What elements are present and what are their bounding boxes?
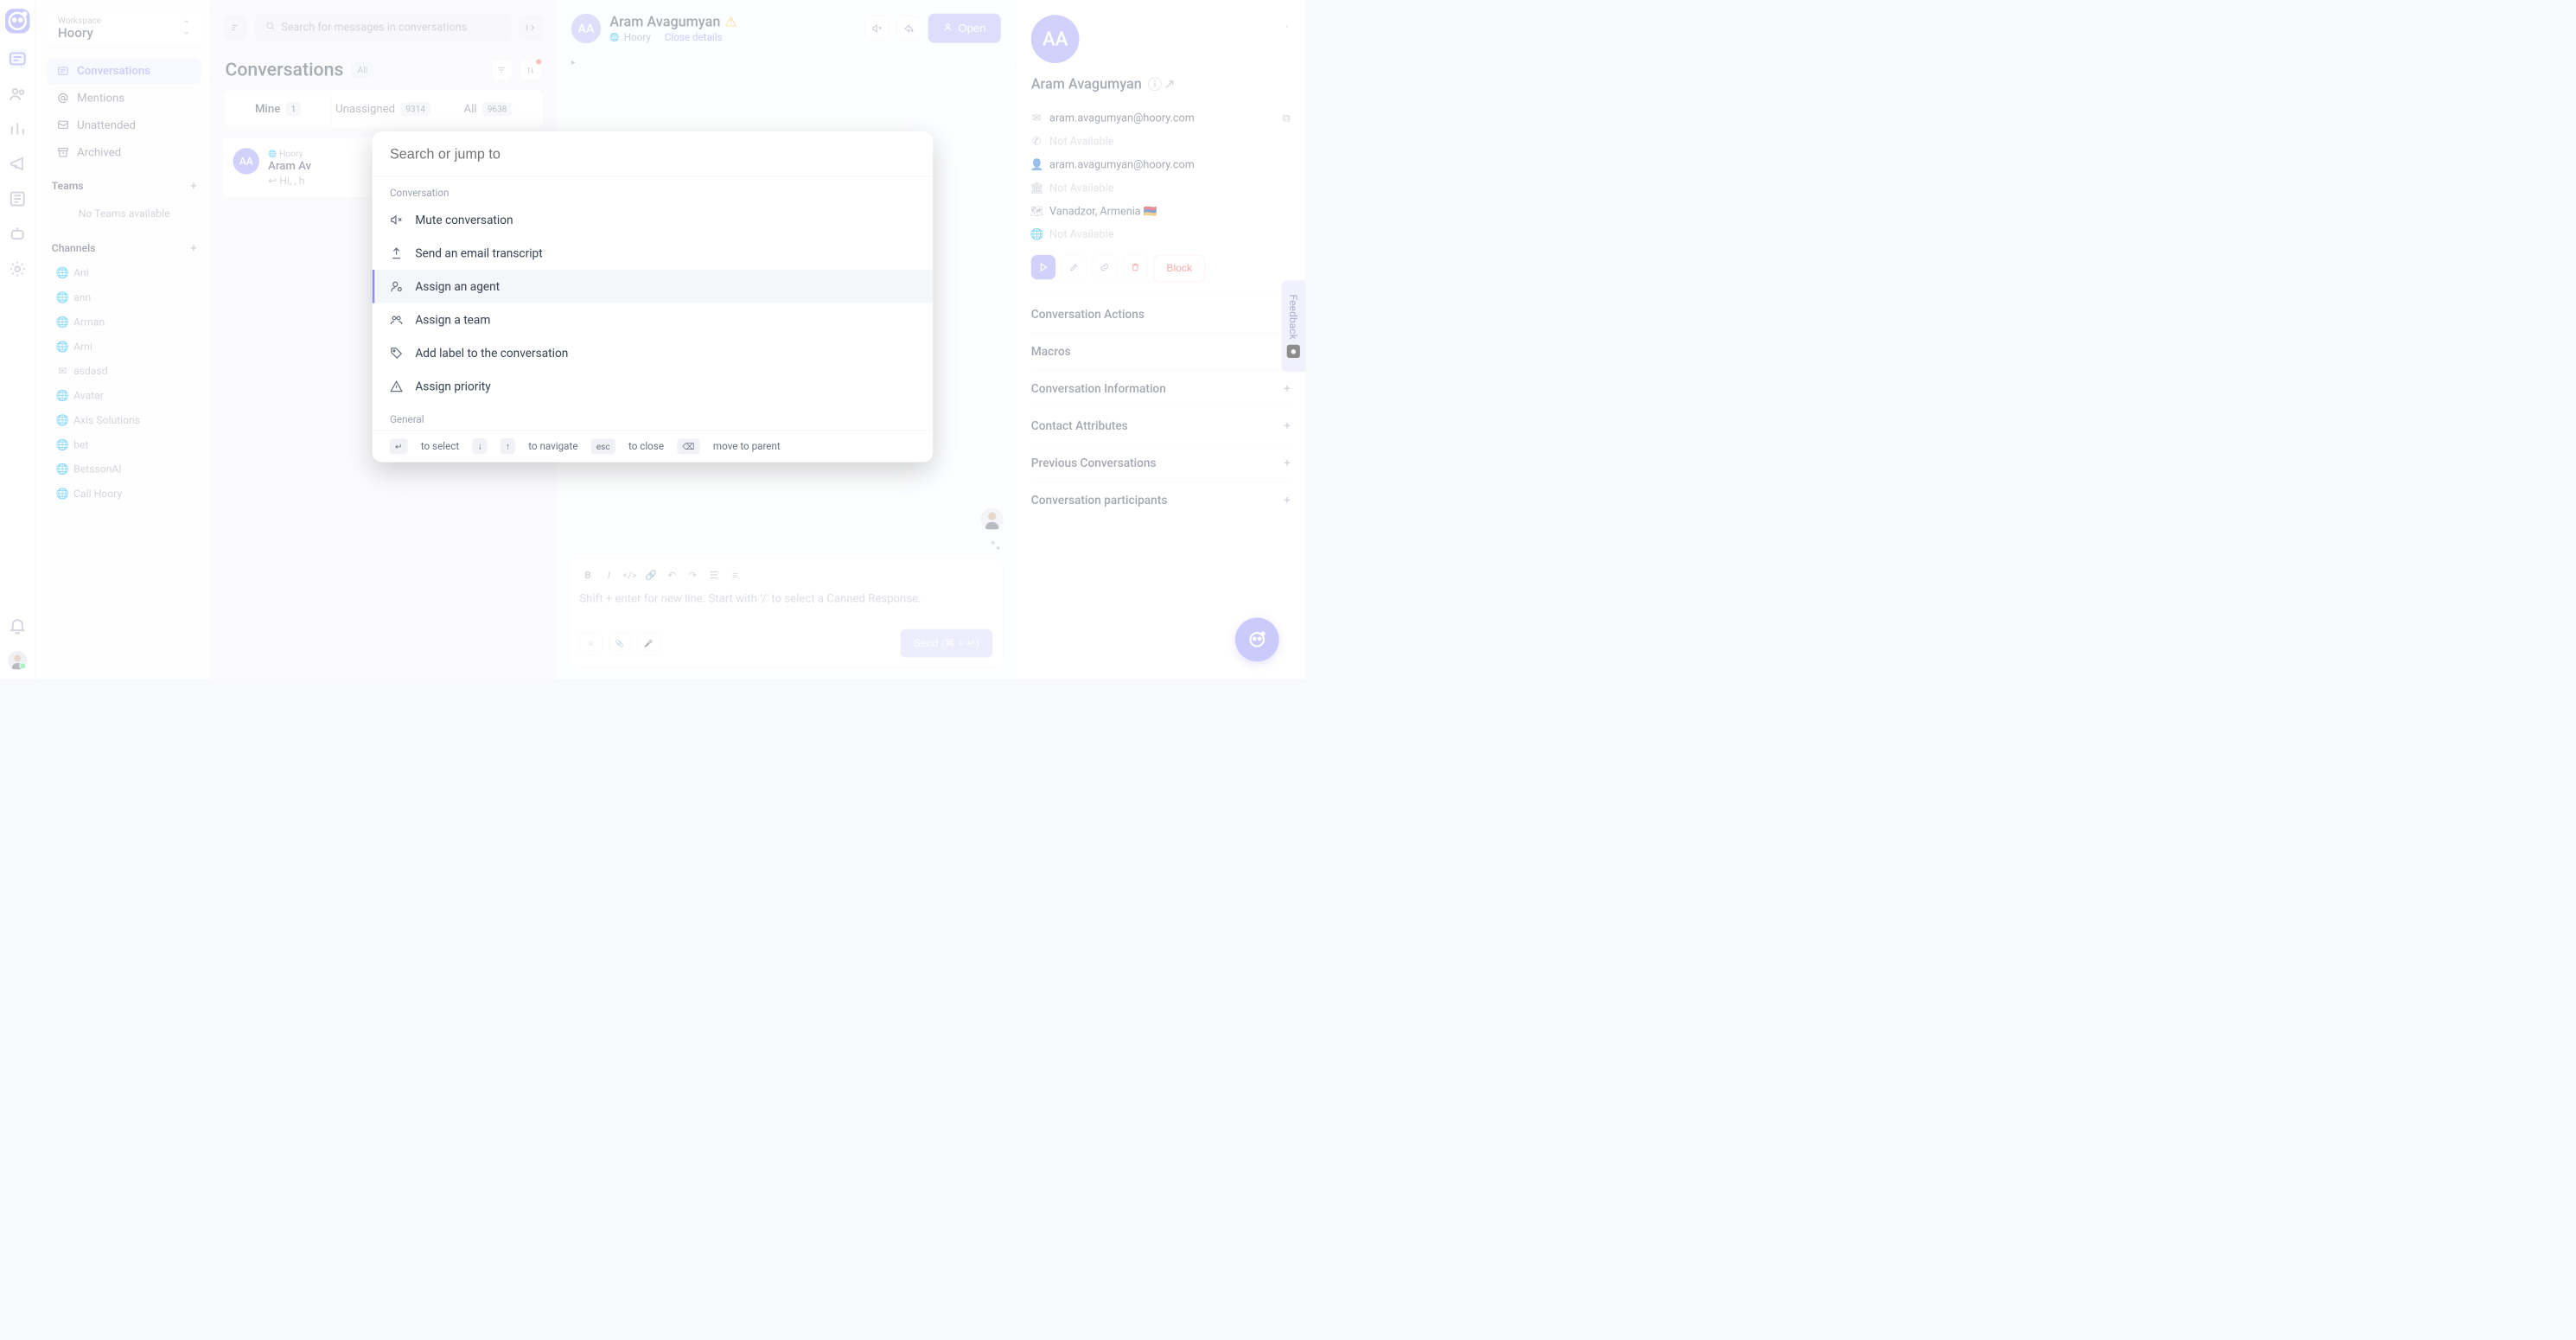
palette-search[interactable]	[373, 131, 934, 176]
palette-item-priority[interactable]: Assign priority	[373, 370, 934, 404]
enter-key-icon: ↵	[390, 438, 408, 454]
upload-icon	[390, 246, 403, 259]
palette-group-conversation: Conversation	[373, 176, 934, 203]
command-palette: Conversation Mute conversation Send an e…	[373, 131, 934, 463]
palette-search-input[interactable]	[390, 146, 915, 163]
palette-item-assign-agent[interactable]: Assign an agent	[373, 270, 934, 303]
mute-icon	[390, 214, 403, 227]
down-key-icon: ↓	[472, 438, 487, 455]
esc-key: esc	[591, 438, 615, 454]
up-key-icon: ↑	[501, 438, 515, 455]
backspace-key-icon: ⌫	[677, 438, 699, 454]
priority-icon	[390, 380, 403, 392]
palette-footer: ↵to select ↓ ↑to navigate escto close ⌫m…	[373, 430, 934, 462]
palette-item-transcript[interactable]: Send an email transcript	[373, 237, 934, 271]
palette-item-assign-team[interactable]: Assign a team	[373, 303, 934, 337]
agent-icon	[390, 280, 403, 293]
palette-item-add-label[interactable]: Add label to the conversation	[373, 336, 934, 370]
palette-item-mute[interactable]: Mute conversation	[373, 203, 934, 237]
palette-group-general: General	[373, 403, 934, 430]
team-icon	[390, 313, 403, 326]
tag-icon	[390, 347, 403, 360]
